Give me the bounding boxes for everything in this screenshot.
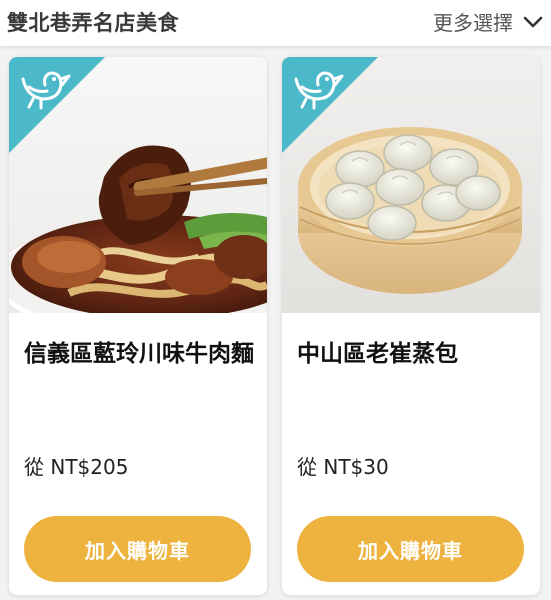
product-name[interactable]: 信義區藍玲川味牛肉麵 bbox=[24, 333, 254, 375]
product-price: 從 NT$205 bbox=[24, 455, 129, 479]
product-card[interactable]: 信義區藍玲川味牛肉麵 從 NT$205 加入購物車 bbox=[9, 57, 267, 595]
bird-icon bbox=[9, 57, 105, 153]
more-options-label: 更多選擇 bbox=[433, 11, 513, 35]
product-price: 從 NT$30 bbox=[297, 455, 389, 479]
chevron-down-icon bbox=[523, 16, 543, 27]
app-header: 雙北巷弄名店美食 更多選擇 bbox=[0, 0, 551, 46]
product-name[interactable]: 中山區老崔蒸包 bbox=[297, 333, 527, 375]
more-options-button[interactable]: 更多選擇 bbox=[433, 7, 543, 36]
add-to-cart-button[interactable]: 加入購物車 bbox=[297, 516, 524, 582]
bird-icon bbox=[282, 57, 378, 153]
product-card[interactable]: 中山區老崔蒸包 從 NT$30 加入購物車 bbox=[282, 57, 540, 595]
page-title: 雙北巷弄名店美食 bbox=[7, 11, 179, 35]
add-to-cart-button[interactable]: 加入購物車 bbox=[24, 516, 251, 582]
